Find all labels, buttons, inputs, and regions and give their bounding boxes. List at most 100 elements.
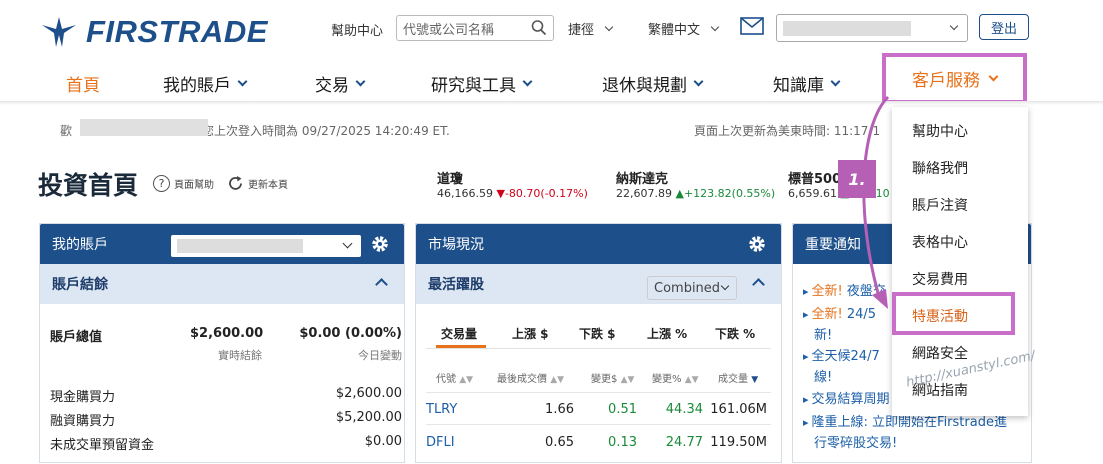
- nav-knowledge[interactable]: 知識庫: [773, 71, 841, 96]
- gear-icon[interactable]: [747, 234, 767, 254]
- col-change-dollar-label: 變更$: [591, 374, 618, 385]
- nav-my-account[interactable]: 我的賬戶: [163, 71, 248, 96]
- col-change-percent[interactable]: 變更% ▲▼: [652, 370, 699, 385]
- chevron-down-icon: [949, 21, 959, 31]
- nav-trade-label: 交易: [315, 76, 349, 96]
- index-value: 46,166.59: [437, 187, 493, 200]
- col-change-dollar[interactable]: 變更$ ▲▼: [591, 370, 634, 385]
- cash-buying-power-value: $2,600.00: [335, 386, 402, 401]
- index-name[interactable]: 標普500: [788, 168, 841, 187]
- index-change: ▼-80.70(-0.17%): [496, 187, 588, 200]
- promotions-highlight-box: [892, 292, 1015, 335]
- account-panel-title: 我的賬戶: [52, 237, 108, 253]
- last-login-time: 您上次登入時間為 09/27/2025 14:20:49 ET.: [202, 124, 450, 138]
- chevron-down-icon: [355, 76, 366, 87]
- menu-item-fees[interactable]: 交易費用: [912, 269, 968, 289]
- nav-divider: [0, 101, 1103, 105]
- notice-item[interactable]: 交易結算周期: [803, 390, 890, 409]
- new-badge: 全新!: [811, 284, 843, 299]
- nav-knowledge-label: 知識庫: [773, 76, 824, 96]
- change-percent: 44.34: [665, 402, 703, 417]
- notice-text: 隆重上線: 立即開始在Firstrade進: [811, 415, 1007, 430]
- shortcuts-label: 捷徑: [568, 23, 595, 38]
- language-menu[interactable]: 繁體中文: [648, 19, 720, 38]
- chevron-down-icon: [237, 76, 248, 87]
- sort-desc-icon: ▼: [751, 375, 759, 385]
- search-icon[interactable]: [531, 19, 547, 37]
- account-panel: 我的賬戶 賬戶結餘 賬戶總值 $2,600.00 實時結餘 $0.00 (0.0…: [39, 223, 405, 463]
- tab-loss-percent[interactable]: 下跌 %: [715, 325, 755, 342]
- tab-gain-percent[interactable]: 上漲 %: [647, 325, 687, 342]
- nav-trade[interactable]: 交易: [315, 71, 366, 96]
- menu-item-help-center[interactable]: 幫助中心: [912, 121, 968, 141]
- exchange-filter-select[interactable]: Combined: [647, 276, 737, 300]
- chevron-down-icon: [830, 76, 841, 87]
- cash-buying-power-label: 現金購買力: [50, 390, 116, 405]
- exchange-filter-value: Combined: [654, 280, 721, 296]
- tab-volume[interactable]: 交易量: [441, 325, 477, 342]
- reserved-funds-label: 未成交單預留資金: [50, 438, 155, 453]
- col-last-price[interactable]: 最後成交價 ▲▼: [497, 370, 564, 385]
- notice-text-cont[interactable]: 行零碎股交易!: [814, 432, 897, 451]
- notice-text: 交易結算周期: [811, 392, 890, 407]
- chevron-down-icon: [710, 22, 720, 32]
- mail-icon[interactable]: [740, 17, 764, 35]
- last-price: 0.65: [545, 435, 574, 450]
- gear-icon[interactable]: [370, 234, 390, 254]
- col-symbol[interactable]: 代號 ▲▼: [436, 370, 473, 385]
- logout-button[interactable]: 登出: [979, 14, 1029, 40]
- search-input[interactable]: 代號或公司名稱: [396, 15, 554, 41]
- firstrade-logo[interactable]: FIRSTRADE: [40, 14, 268, 50]
- notice-text-cont[interactable]: 線!: [814, 366, 832, 385]
- notice-text: 全天候24/7: [811, 349, 880, 364]
- nav-research[interactable]: 研究與工具: [431, 71, 533, 96]
- menu-item-funding[interactable]: 賬戶注資: [912, 195, 968, 215]
- symbol-link[interactable]: DFLI: [426, 435, 455, 450]
- index-change: ▲+123.82(0.55%): [675, 187, 776, 200]
- change-dollar: 0.13: [608, 435, 637, 450]
- col-last-price-label: 最後成交價: [497, 374, 547, 385]
- symbol-link[interactable]: TLRY: [426, 402, 457, 417]
- nav-customer-service[interactable]: 客戶服務: [882, 53, 1027, 104]
- last-price: 1.66: [545, 402, 574, 417]
- nav-home-label: 首頁: [66, 76, 100, 96]
- index-name[interactable]: 納斯達克: [616, 168, 668, 187]
- nav-customer-service-label: 客戶服務: [912, 71, 980, 91]
- notice-item[interactable]: 全天候24/7: [803, 347, 880, 366]
- menu-item-security[interactable]: 網路安全: [912, 343, 968, 363]
- index-quote: 46,166.59 ▼-80.70(-0.17%): [437, 187, 588, 200]
- col-volume[interactable]: 成交量 ▼: [718, 370, 758, 385]
- account-dropdown[interactable]: [171, 235, 361, 257]
- menu-item-contact-us[interactable]: 聯絡我們: [912, 158, 968, 178]
- chevron-down-icon: [342, 238, 353, 249]
- menu-item-forms[interactable]: 表格中心: [912, 232, 968, 252]
- volume: 119.50M: [710, 435, 767, 450]
- row-divider: [426, 392, 771, 393]
- account-selector[interactable]: [776, 14, 968, 42]
- market-panel-header: 市場現況: [416, 224, 781, 264]
- eagle-logo-icon: [42, 17, 76, 47]
- shortcuts-menu[interactable]: 捷徑: [568, 19, 614, 38]
- nav-retirement-label: 退休與規劃: [602, 76, 687, 96]
- balance-section-header[interactable]: 賬戶結餘: [40, 264, 404, 304]
- nav-home[interactable]: 首頁: [66, 71, 100, 96]
- help-center-link[interactable]: 幫助中心: [331, 20, 383, 39]
- change-dollar: 0.51: [608, 402, 637, 417]
- masked-account-number: [783, 21, 911, 36]
- tab-divider: [426, 348, 771, 349]
- notice-text-cont[interactable]: 新!: [814, 324, 832, 343]
- search-placeholder: 代號或公司名稱: [403, 22, 495, 38]
- masked-account-number: [177, 239, 303, 253]
- page-title: 投資首頁: [38, 171, 139, 200]
- nav-retirement[interactable]: 退休與規劃: [602, 71, 704, 96]
- page-help-link[interactable]: ? 頁面幫助: [153, 175, 214, 192]
- tab-loss-dollar[interactable]: 下跌 $: [579, 325, 616, 342]
- refresh-page-link[interactable]: 更新本頁: [227, 175, 288, 192]
- row-divider: [426, 424, 771, 425]
- market-panel: 市場現況 最活躍股: [415, 223, 782, 463]
- chevron-down-icon: [693, 76, 704, 87]
- today-change: $0.00 (0.00%): [299, 326, 402, 341]
- index-quote: 22,607.89 ▲+123.82(0.55%): [616, 187, 775, 200]
- index-name[interactable]: 道瓊: [437, 168, 463, 187]
- tab-gain-dollar[interactable]: 上漲 $: [512, 325, 549, 342]
